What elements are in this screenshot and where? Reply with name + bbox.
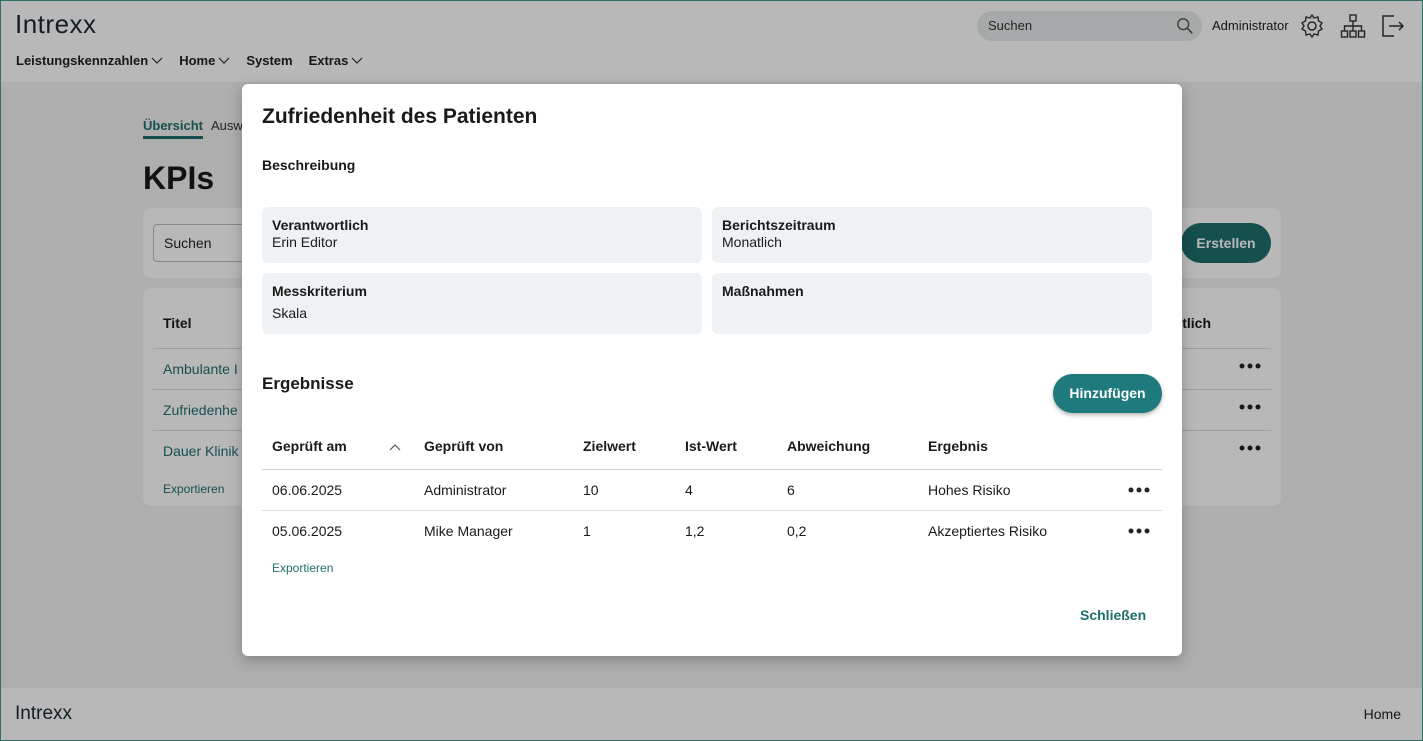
more-icon[interactable] xyxy=(1128,524,1150,538)
add-button[interactable]: Hinzufügen xyxy=(1053,374,1162,413)
row-actions[interactable] xyxy=(1118,510,1162,551)
description-label: Beschreibung xyxy=(262,157,356,173)
table-header-row: Geprüft am Geprüft von Zielwert Ist-Wert… xyxy=(262,423,1162,470)
field-criterion: Messkriterium Skala xyxy=(262,273,702,334)
results-table: Geprüft am Geprüft von Zielwert Ist-Wert… xyxy=(262,423,1162,551)
column-result[interactable]: Ergebnis xyxy=(918,423,1118,470)
field-period: Berichtszeitraum Monatlich xyxy=(712,207,1152,263)
column-actual[interactable]: Ist-Wert xyxy=(675,423,777,470)
column-target[interactable]: Zielwert xyxy=(573,423,675,470)
column-checked-by[interactable]: Geprüft von xyxy=(414,423,573,470)
dialog-export-link[interactable]: Exportieren xyxy=(272,561,333,575)
table-row[interactable]: 05.06.2025 Mike Manager 1 1,2 0,2 Akzept… xyxy=(262,510,1162,551)
sort-ascending-icon[interactable] xyxy=(389,443,401,451)
dialog-title: Zufriedenheit des Patienten xyxy=(262,105,538,128)
column-deviation[interactable]: Abweichung xyxy=(777,423,918,470)
row-actions[interactable] xyxy=(1118,469,1162,511)
field-owner: Verantwortlich Erin Editor xyxy=(262,207,702,263)
field-measures: Maßnahmen xyxy=(712,273,1152,334)
column-actions xyxy=(1118,423,1162,470)
results-heading: Ergebnisse xyxy=(262,374,354,393)
kpi-detail-dialog: Zufriedenheit des Patienten Beschreibung… xyxy=(242,84,1182,656)
more-icon[interactable] xyxy=(1128,483,1150,497)
close-button[interactable]: Schließen xyxy=(1080,607,1146,623)
column-checked-on[interactable]: Geprüft am xyxy=(262,423,414,470)
table-row[interactable]: 06.06.2025 Administrator 10 4 6 Hohes Ri… xyxy=(262,469,1162,511)
